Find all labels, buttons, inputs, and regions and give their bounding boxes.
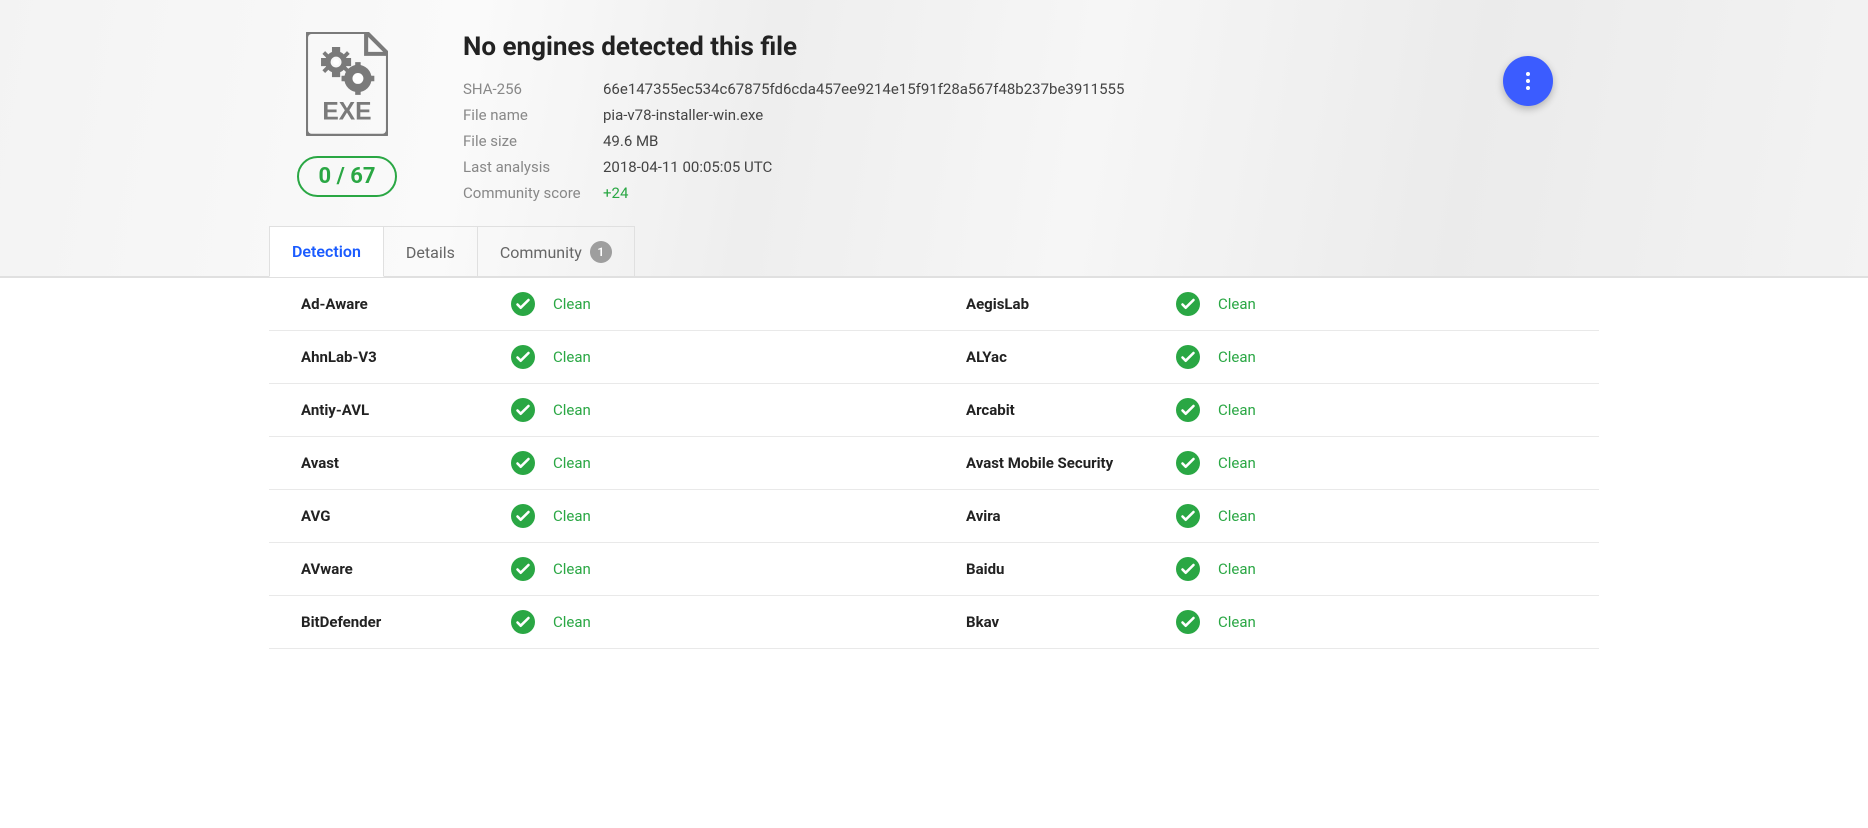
more-actions-button[interactable] — [1503, 56, 1553, 106]
detection-cell: AhnLab-V3 Clean — [269, 331, 934, 383]
vendor-name: BitDefender — [301, 613, 511, 631]
detection-title: No engines detected this file — [463, 32, 1501, 62]
file-meta: No engines detected this file SHA-256 66… — [463, 32, 1581, 202]
check-circle-icon — [511, 451, 535, 475]
check-circle-icon — [1176, 451, 1200, 475]
detection-cell: Bkav Clean — [934, 596, 1599, 648]
vendor-name: Baidu — [966, 560, 1176, 578]
vendor-name: AegisLab — [966, 295, 1176, 313]
check-circle-icon — [511, 345, 535, 369]
summary-header: EXE 0 / 67 No engines detected this file… — [0, 0, 1868, 277]
detection-cell: Avast Clean — [269, 437, 934, 489]
tab-label: Community — [500, 243, 582, 262]
table-row: BitDefender Clean Bkav Clean — [269, 596, 1599, 649]
check-circle-icon — [1176, 398, 1200, 422]
vendor-name: Bkav — [966, 613, 1176, 631]
detection-result: Clean — [553, 454, 591, 472]
filesize-label: File size — [463, 132, 603, 150]
detection-result: Clean — [553, 295, 591, 313]
vendor-name: AhnLab-V3 — [301, 348, 511, 366]
tab-community[interactable]: Community 1 — [478, 226, 635, 277]
detection-result: Clean — [1218, 613, 1256, 631]
detection-results: Ad-Aware Clean AegisLab Clean AhnLab-V3 Clean… — [0, 277, 1868, 649]
filesize-value: 49.6 MB — [603, 132, 1501, 150]
detection-cell: ALYac Clean — [934, 331, 1599, 383]
lastanalysis-value: 2018-04-11 00:05:05 UTC — [603, 158, 1501, 176]
vendor-name: AVware — [301, 560, 511, 578]
tabs: Detection Details Community 1 — [269, 202, 1599, 276]
check-circle-icon — [511, 292, 535, 316]
tab-label: Details — [406, 243, 455, 262]
check-circle-icon — [511, 610, 535, 634]
detection-result: Clean — [1218, 295, 1256, 313]
file-badge: EXE 0 / 67 — [287, 32, 407, 197]
detection-result: Clean — [553, 507, 591, 525]
check-circle-icon — [511, 398, 535, 422]
sha256-label: SHA-256 — [463, 80, 603, 98]
vendor-name: Arcabit — [966, 401, 1176, 419]
vendor-name: ALYac — [966, 348, 1176, 366]
check-circle-icon — [511, 557, 535, 581]
community-score-label: Community score — [463, 184, 603, 202]
check-circle-icon — [511, 504, 535, 528]
detection-result: Clean — [1218, 560, 1256, 578]
table-row: Ad-Aware Clean AegisLab Clean — [269, 278, 1599, 331]
detection-result: Clean — [1218, 507, 1256, 525]
detection-cell: BitDefender Clean — [269, 596, 934, 648]
detection-cell: AVware Clean — [269, 543, 934, 595]
vendor-name: Avira — [966, 507, 1176, 525]
filename-value: pia-v78-installer-win.exe — [603, 106, 1501, 124]
table-row: AVG Clean Avira Clean — [269, 490, 1599, 543]
check-circle-icon — [1176, 610, 1200, 634]
svg-text:EXE: EXE — [322, 98, 371, 125]
check-circle-icon — [1176, 345, 1200, 369]
vendor-name: Ad-Aware — [301, 295, 511, 313]
detection-cell: AVG Clean — [269, 490, 934, 542]
community-count-badge: 1 — [590, 241, 612, 263]
exe-file-icon: EXE — [306, 32, 388, 136]
detection-cell: AegisLab Clean — [934, 278, 1599, 330]
detection-result: Clean — [553, 348, 591, 366]
detection-result: Clean — [553, 560, 591, 578]
detection-result: Clean — [553, 613, 591, 631]
tab-label: Detection — [292, 242, 361, 261]
table-row: Antiy-AVL Clean Arcabit Clean — [269, 384, 1599, 437]
detection-cell: Ad-Aware Clean — [269, 278, 934, 330]
detection-cell: Antiy-AVL Clean — [269, 384, 934, 436]
vendor-name: Antiy-AVL — [301, 401, 511, 419]
detection-result: Clean — [1218, 348, 1256, 366]
check-circle-icon — [1176, 504, 1200, 528]
detection-ratio: 0 / 67 — [297, 156, 398, 197]
detection-cell: Avira Clean — [934, 490, 1599, 542]
table-row: Avast Clean Avast Mobile Security Clean — [269, 437, 1599, 490]
detection-result: Clean — [1218, 454, 1256, 472]
detection-result: Clean — [553, 401, 591, 419]
sha256-value: 66e147355ec534c67875fd6cda457ee9214e15f9… — [603, 80, 1501, 98]
detection-cell: Baidu Clean — [934, 543, 1599, 595]
vendor-name: AVG — [301, 507, 511, 525]
vertical-dots-icon — [1526, 72, 1530, 90]
check-circle-icon — [1176, 557, 1200, 581]
detection-cell: Avast Mobile Security Clean — [934, 437, 1599, 489]
community-score-value: +24 — [603, 184, 1501, 202]
detection-result: Clean — [1218, 401, 1256, 419]
filename-label: File name — [463, 106, 603, 124]
vendor-name: Avast — [301, 454, 511, 472]
table-row: AVware Clean Baidu Clean — [269, 543, 1599, 596]
table-row: AhnLab-V3 Clean ALYac Clean — [269, 331, 1599, 384]
tab-details[interactable]: Details — [384, 226, 478, 277]
vendor-name: Avast Mobile Security — [966, 454, 1176, 472]
check-circle-icon — [1176, 292, 1200, 316]
detection-cell: Arcabit Clean — [934, 384, 1599, 436]
tab-detection[interactable]: Detection — [269, 226, 384, 277]
lastanalysis-label: Last analysis — [463, 158, 603, 176]
